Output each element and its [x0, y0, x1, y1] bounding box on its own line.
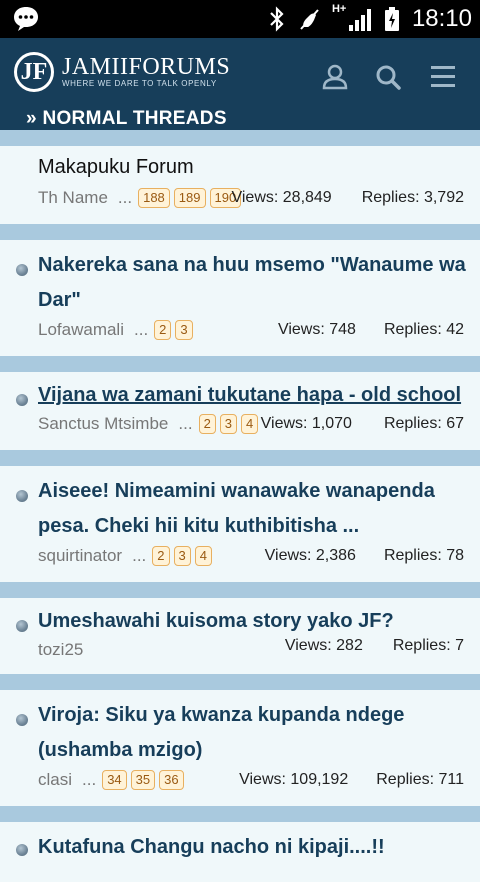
- divider: [0, 806, 480, 822]
- page-link[interactable]: 2: [198, 414, 216, 434]
- signal-indicator: H+: [331, 3, 372, 33]
- page-link[interactable]: 2: [154, 320, 172, 340]
- section-title: » NORMAL THREADS: [26, 108, 227, 129]
- page-link[interactable]: 4: [194, 546, 212, 566]
- thread-author[interactable]: squirtinator: [38, 546, 122, 566]
- views-count: Views: 748: [277, 321, 356, 338]
- thread-title-line2[interactable]: (ushamba mzigo): [38, 733, 470, 768]
- thread-meta: Lofawamali ... 2 3 Views: 748 Replies: 4…: [38, 318, 472, 342]
- menu-icon[interactable]: [428, 62, 458, 92]
- logo-tagline: WHERE WE DARE TO TALK OPENLY: [62, 79, 217, 88]
- thread-author[interactable]: tozi25: [38, 640, 83, 660]
- replies-count: Replies: 3,792: [361, 189, 464, 206]
- site-logo[interactable]: JF JAMIIFORUMS WHERE WE DARE TO TALK OPE…: [14, 52, 230, 92]
- page-link[interactable]: 36: [159, 770, 184, 790]
- thread-item[interactable]: Nakereka sana na huu msemo "Wanaume wa D…: [0, 240, 480, 356]
- thread-status-icon: [16, 844, 28, 856]
- pages-ellipsis: ...: [82, 770, 97, 789]
- divider: [0, 582, 480, 598]
- divider: [0, 356, 480, 372]
- network-type: H+: [331, 3, 347, 15]
- thread-meta: tozi25 Views: 282 Replies: 7: [38, 637, 472, 662]
- thread-item[interactable]: Kutafuna Changu nacho ni kipaji....!!: [0, 822, 480, 882]
- views-count: Views: 2,386: [264, 547, 356, 564]
- thread-item[interactable]: Vijana wa zamani tukutane hapa - old sch…: [0, 372, 480, 450]
- pages-ellipsis: ...: [178, 414, 193, 433]
- page-link[interactable]: 189: [173, 188, 206, 208]
- thread-item[interactable]: Makapuku Forum Th Name ... 188 189 190 V…: [0, 146, 480, 224]
- thread-title[interactable]: Viroja: Siku ya kwanza kupanda ndege: [38, 698, 470, 733]
- thread-stats: Views: 748 Replies: 42: [278, 318, 464, 342]
- thread-status-icon: [16, 264, 28, 276]
- page-link[interactable]: 34: [102, 770, 127, 790]
- divider: [0, 130, 480, 146]
- thread-title-line2[interactable]: pesa. Cheki hii kitu kuthibitisha ...: [38, 509, 470, 544]
- replies-count: Replies: 78: [383, 547, 464, 564]
- thread-meta: clasi ... 34 35 36 Views: 109,192 Replie…: [38, 768, 472, 792]
- search-icon[interactable]: [373, 62, 403, 92]
- thread-title-line2[interactable]: Dar": [38, 283, 470, 318]
- thread-item[interactable]: Viroja: Siku ya kwanza kupanda ndege (us…: [0, 690, 480, 806]
- thread-list: Makapuku Forum Th Name ... 188 189 190 V…: [0, 130, 480, 882]
- thread-title[interactable]: Makapuku Forum: [38, 150, 470, 185]
- thread-item[interactable]: Umeshawahi kuisoma story yako JF? tozi25…: [0, 598, 480, 674]
- views-count: Views: 28,849: [231, 189, 332, 206]
- mute-icon: [300, 9, 319, 30]
- thread-item[interactable]: Aiseee! Nimeamini wanawake wanapenda pes…: [0, 466, 480, 582]
- logo-name: JAMIIFORUMS: [62, 54, 231, 80]
- chat-bubble-icon: [14, 7, 38, 31]
- page-link[interactable]: 3: [219, 414, 238, 434]
- thread-status-icon: [16, 714, 28, 726]
- thread-author[interactable]: Lofawamali: [38, 320, 124, 340]
- page-link[interactable]: 35: [130, 770, 156, 790]
- thread-stats: Views: 282 Replies: 7: [285, 634, 464, 658]
- pages-ellipsis: ...: [117, 188, 133, 207]
- clock: 18:10: [411, 5, 472, 32]
- page-link[interactable]: 4: [241, 414, 259, 434]
- divider: [0, 450, 480, 466]
- thread-author[interactable]: Th Name: [38, 188, 108, 208]
- thread-stats: Views: 1,070 Replies: 67: [261, 412, 464, 436]
- thread-stats: Views: 28,849 Replies: 3,792: [231, 186, 464, 210]
- views-count: Views: 109,192: [239, 771, 349, 788]
- thread-title[interactable]: Vijana wa zamani tukutane hapa - old sch…: [38, 378, 470, 413]
- thread-status-icon: [16, 490, 28, 502]
- battery-icon: [384, 7, 399, 31]
- thread-meta: Sanctus Mtsimbe ... 2 3 4 Views: 1,070 R…: [38, 412, 472, 436]
- thread-meta: squirtinator ... 2 3 4 Views: 2,386 Repl…: [38, 544, 472, 568]
- divider: [0, 224, 480, 240]
- thread-meta: Th Name ... 188 189 190 Views: 28,849 Re…: [38, 186, 472, 210]
- thread-stats: Views: 2,386 Replies: 78: [265, 544, 464, 568]
- user-icon[interactable]: [320, 62, 350, 92]
- thread-status-icon: [16, 620, 28, 632]
- replies-count: Replies: 67: [383, 415, 464, 432]
- views-count: Views: 282: [284, 637, 363, 654]
- status-bar: H+ 18:10: [0, 0, 480, 38]
- thread-author[interactable]: Sanctus Mtsimbe: [38, 414, 168, 434]
- logo-mark: JF: [14, 52, 54, 92]
- thread-title[interactable]: Aiseee! Nimeamini wanawake wanapenda: [38, 474, 470, 509]
- pages-ellipsis: ...: [132, 546, 147, 565]
- replies-count: Replies: 42: [383, 321, 464, 338]
- signal-icon: [348, 9, 371, 31]
- page-link[interactable]: 2: [152, 546, 170, 566]
- page-link[interactable]: 3: [175, 320, 193, 340]
- bluetooth-icon: [270, 6, 284, 32]
- replies-count: Replies: 711: [376, 771, 464, 788]
- thread-stats: Views: 109,192 Replies: 711: [239, 768, 464, 792]
- thread-title[interactable]: Nakereka sana na huu msemo "Wanaume wa: [38, 248, 470, 283]
- thread-author[interactable]: clasi: [38, 770, 72, 790]
- page-link[interactable]: 3: [173, 546, 191, 566]
- thread-title[interactable]: Kutafuna Changu nacho ni kipaji....!!: [38, 830, 470, 865]
- pages-ellipsis: ...: [134, 320, 149, 339]
- replies-count: Replies: 7: [392, 637, 464, 654]
- views-count: Views: 1,070: [260, 415, 352, 432]
- divider: [0, 674, 480, 690]
- thread-status-icon: [16, 394, 28, 406]
- page-link[interactable]: 188: [138, 188, 170, 208]
